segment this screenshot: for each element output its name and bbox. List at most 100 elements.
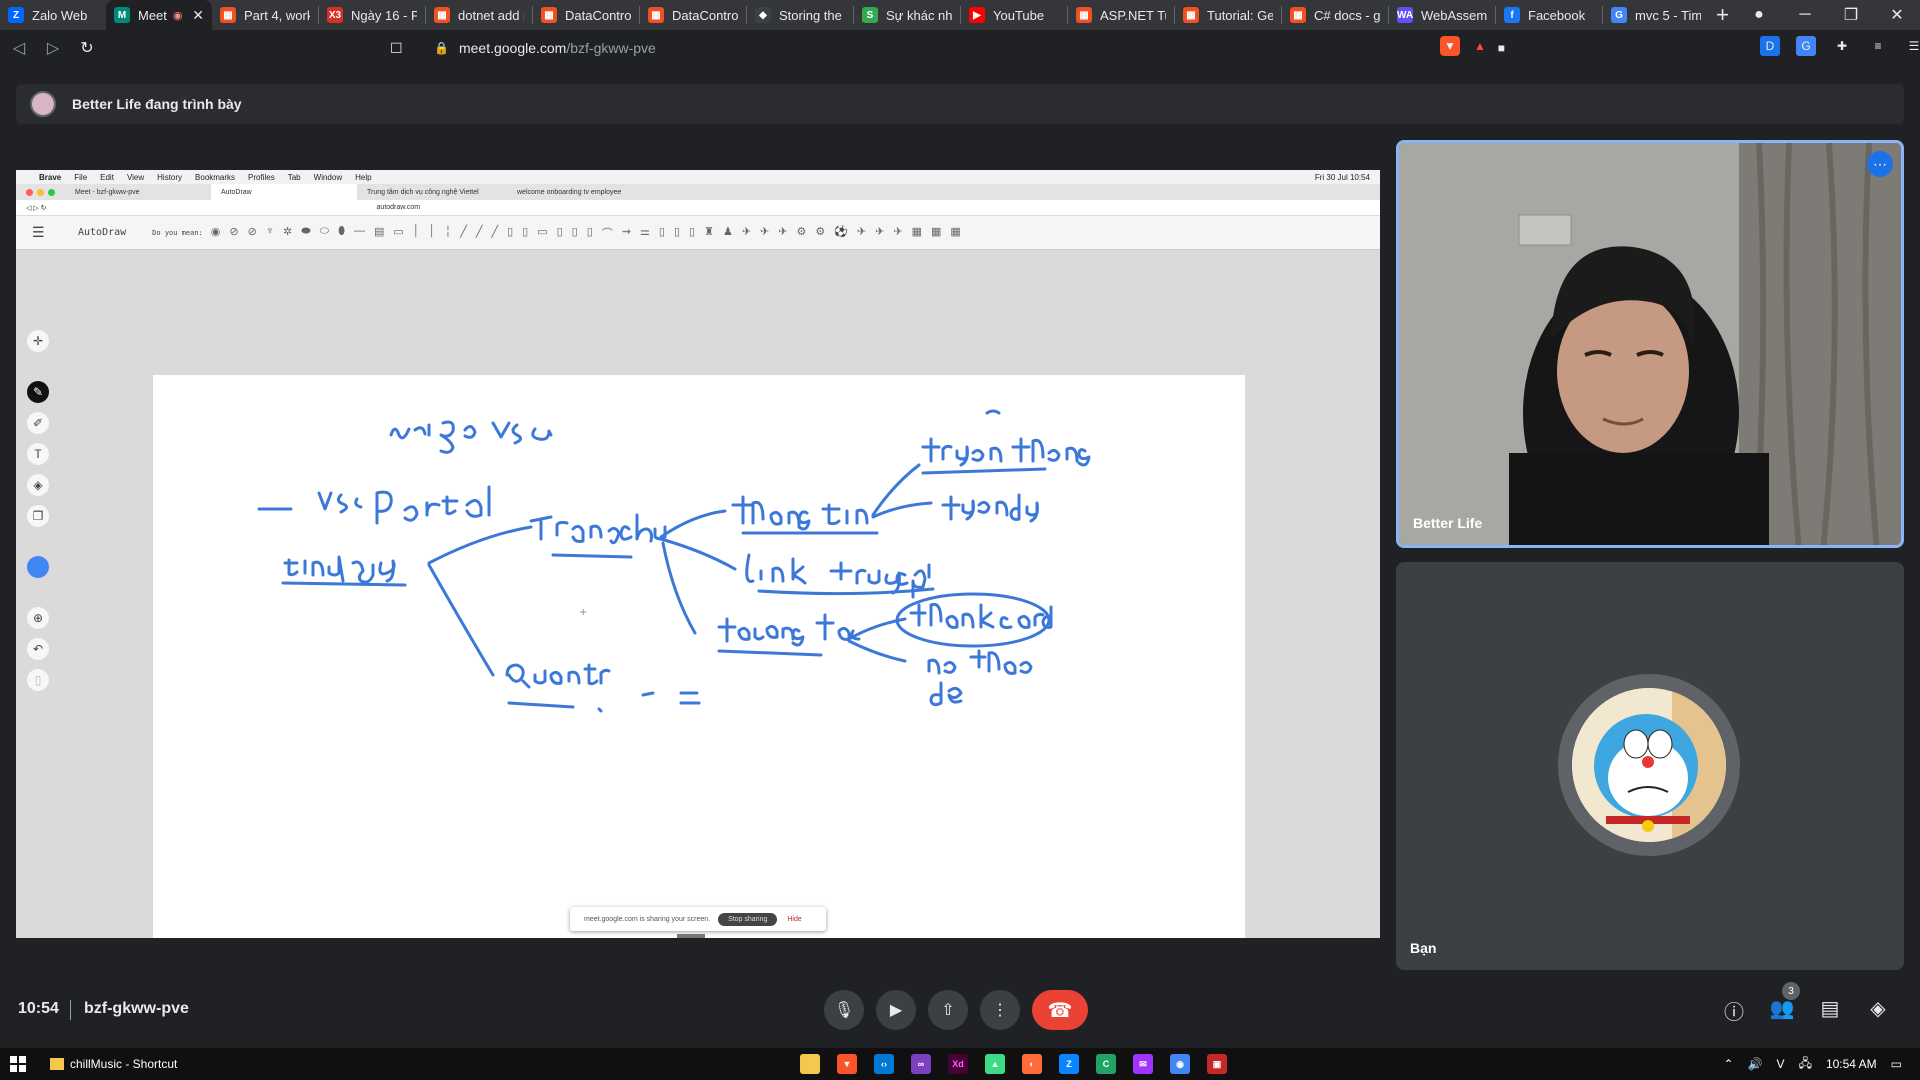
browser-tab[interactable]: S Sự khác nhau [854, 0, 960, 30]
postman-icon[interactable]: ◐ [1022, 1054, 1042, 1074]
facebook-icon: f [1504, 7, 1520, 23]
puzzle-icon[interactable]: ✚ [1832, 36, 1852, 56]
new-tab-button[interactable]: + [1709, 0, 1736, 30]
adobe-xd-icon[interactable]: Xd [948, 1054, 968, 1074]
browser-tab[interactable]: Gmvc 5 - Tim [1603, 0, 1709, 30]
windows-taskbar: chillMusic - Shortcut ▼ ‹› ∞ Xd ▲ ◐ Z C … [0, 1048, 1920, 1080]
camera-icon: ▶ [889, 1002, 903, 1019]
brave-rewards-icon[interactable]: ▲ [1470, 36, 1490, 56]
menubar-item: Edit [100, 172, 114, 182]
tab-title: Storing the i [779, 7, 845, 23]
volume-icon[interactable]: 🔊 [1748, 1057, 1763, 1071]
tab-title: C# docs - ge [1314, 7, 1380, 23]
profile-icon[interactable]: ● [1736, 6, 1782, 24]
type-tool-icon: T [27, 443, 49, 465]
participant-tile-you[interactable]: Bạn [1396, 562, 1904, 970]
browser-tab[interactable]: ◆ Storing the i [747, 0, 853, 30]
autodraw-brand: AutoDraw [78, 227, 127, 238]
close-tab-icon[interactable]: ✕ [188, 7, 204, 24]
recording-icon: ◉ [172, 9, 183, 22]
presenter-avatar [30, 91, 56, 117]
browser-tab[interactable]: Z Zalo Web [0, 0, 106, 30]
messenger-icon[interactable]: ✉ [1133, 1054, 1153, 1074]
fill-tool-icon: ◈ [27, 474, 49, 496]
menubar-status: Fri 30 Jul 10:54 [1315, 173, 1370, 182]
taskbar-clock[interactable]: 10:54 AM [1826, 1057, 1877, 1071]
browser-tab[interactable]: ▦ DataControll [533, 0, 639, 30]
chat-button[interactable]: ▤ [1816, 996, 1844, 1021]
browser-tab[interactable]: ▶ YouTube [961, 0, 1067, 30]
notifications-icon[interactable]: ▭ [1891, 1057, 1902, 1071]
vscode-icon[interactable]: ‹› [874, 1054, 894, 1074]
divider [70, 1000, 71, 1020]
playlist-icon[interactable]: ≡ [1868, 36, 1888, 56]
delete-icon: ▯ [27, 669, 49, 691]
menu-icon[interactable]: ☰ [1904, 36, 1920, 56]
windows-start-icon[interactable] [10, 1056, 26, 1072]
visual-studio-icon[interactable]: ∞ [911, 1054, 931, 1074]
browser-tab[interactable]: ▦ Tutorial: Get [1175, 0, 1281, 30]
browser-tab[interactable]: ▦ DataControll [640, 0, 746, 30]
tab-title: dotnet add r [458, 7, 524, 23]
browser-tab[interactable]: M Meet ◉ ✕ [106, 0, 212, 30]
activities-button[interactable]: ◈ [1864, 996, 1892, 1021]
x3-icon: X3 [327, 7, 343, 23]
microphone-button[interactable]: 🎙 [824, 990, 864, 1030]
camera-button[interactable]: ▶ [876, 990, 916, 1030]
present-button[interactable]: ⇧ [928, 990, 968, 1030]
leave-call-button[interactable]: ☎ [1032, 990, 1088, 1030]
meet-icon: M [114, 7, 130, 23]
chrome-icon[interactable]: ◉ [1170, 1054, 1190, 1074]
did-you-mean-label: Do you mean: [152, 228, 203, 237]
avatar [1558, 674, 1740, 856]
tab-title: ASP.NET Tut [1100, 7, 1166, 23]
browser-tab[interactable]: ▦ C# docs - ge [1282, 0, 1388, 30]
browser-tab-strip: Z Zalo Web M Meet ◉ ✕ ▦ Part 4, work X3 Ngày 16 -… [0, 0, 1920, 30]
tab-list: Z Zalo Web M Meet ◉ ✕ ▦ Part 4, work X3 Ngày 16 -… [0, 0, 1709, 30]
file-explorer-icon[interactable] [800, 1054, 820, 1074]
tab-title: Ngày 16 - Pl [351, 7, 417, 23]
graduation-icon: ◆ [755, 7, 771, 23]
stop-sharing-button: Stop sharing [718, 912, 778, 926]
chevron-up-icon[interactable]: ⌃ [1724, 1057, 1734, 1071]
browser-tab[interactable]: ▦ ASP.NET Tut [1068, 0, 1174, 30]
network-icon[interactable]: 🖧 [1799, 1054, 1812, 1075]
menubar-clock: Fri 30 Jul 10:54 [1314, 172, 1370, 182]
browser-tab[interactable]: WA WebAssemb [1389, 0, 1495, 30]
brave-icon[interactable]: ▼ [837, 1054, 857, 1074]
bookmark-icon[interactable]: ☐ [390, 40, 403, 57]
presenter-video [1399, 143, 1901, 545]
more-options-icon[interactable]: ⋯ [1867, 151, 1893, 177]
browser-tab[interactable]: ▦ Part 4, work [212, 0, 318, 30]
browser-tab[interactable]: X3 Ngày 16 - Pl [319, 0, 425, 30]
extension-d-icon[interactable]: D [1760, 36, 1780, 56]
camtasia-icon[interactable]: C [1096, 1054, 1116, 1074]
close-window-button[interactable]: ✕ [1874, 5, 1920, 25]
browser-tab[interactable]: ▦ dotnet add r [426, 0, 532, 30]
brave-shield-icon[interactable]: ▼ [1440, 36, 1460, 56]
menubar-items: File Edit View History Bookmarks Profiles Tab W… [74, 173, 371, 182]
zoom-icon: ⊕ [27, 607, 49, 629]
restore-button[interactable]: ❐ [1828, 5, 1874, 25]
hamburger-icon: ☰ [32, 224, 45, 240]
vietkey-icon[interactable]: V [1777, 1057, 1785, 1071]
microsoft-icon: ▦ [434, 7, 450, 23]
android-studio-icon[interactable]: ▲ [985, 1054, 1005, 1074]
minimize-button[interactable]: ─ [1782, 6, 1828, 24]
shape-tool-icon: ❐ [27, 505, 49, 527]
taskbar-shortcut[interactable]: chillMusic - Shortcut [50, 1057, 177, 1071]
back-button[interactable]: ◁ [4, 33, 34, 63]
more-options-button[interactable]: ⋮ [980, 990, 1020, 1030]
address-bar[interactable]: ☐ 🔒 meet.google.com/bzf-gkww-pve ■ [380, 33, 1515, 63]
browser-tab[interactable]: f Facebook [1496, 0, 1602, 30]
zalo-taskbar-icon[interactable]: Z [1059, 1054, 1079, 1074]
camera-icon[interactable]: ■ [1498, 41, 1505, 55]
forward-button[interactable]: ▷ [38, 33, 68, 63]
translate-icon[interactable]: G [1796, 36, 1816, 56]
participant-tile-presenter[interactable]: ⋯ Better Life [1396, 140, 1904, 548]
reload-button[interactable]: ↻ [72, 33, 102, 63]
mac-nav-icons: ◁ ▷ ↻ [26, 204, 47, 212]
people-count-badge: 3 [1782, 982, 1800, 1000]
meeting-info-button[interactable]: ⓘ [1720, 996, 1748, 1025]
app-icon[interactable]: ▣ [1207, 1054, 1227, 1074]
